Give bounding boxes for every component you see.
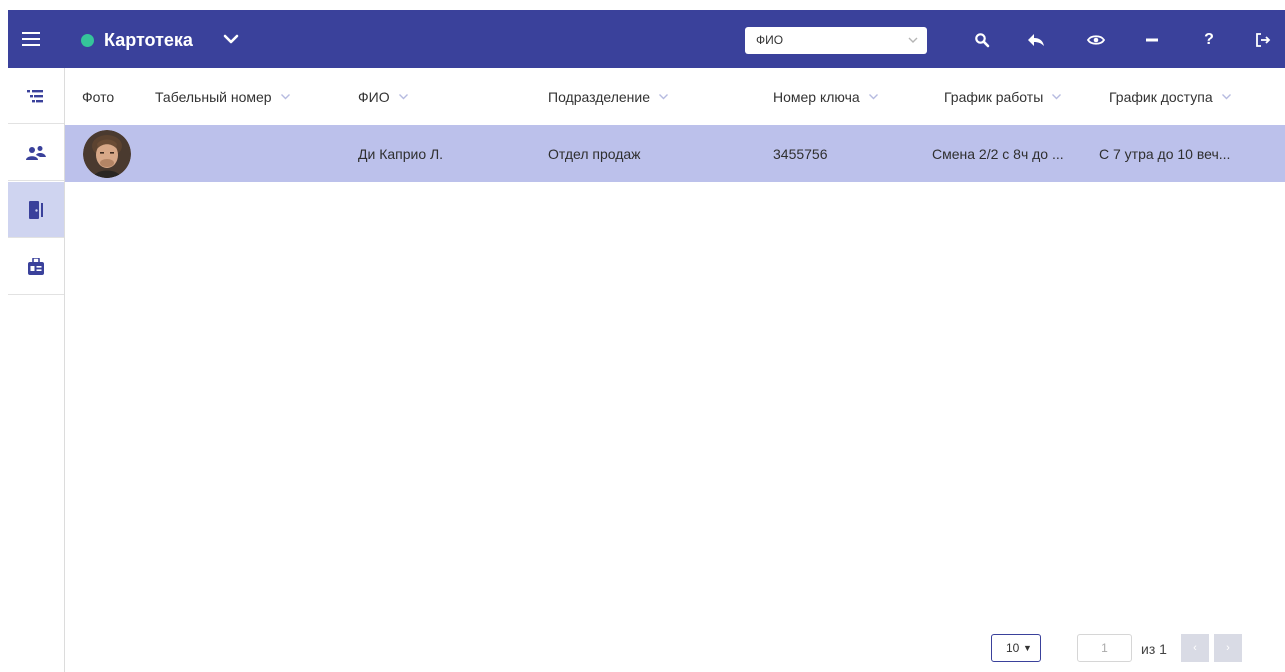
sidebar-item-users[interactable] [8,125,64,181]
column-header-label: Подразделение [548,89,651,105]
sidebar [8,68,65,672]
column-header-photo[interactable]: Фото [82,88,114,106]
top-toolbar: Картотека ФИО ? [8,10,1285,68]
column-header-label: Номер ключа [773,89,860,105]
chevron-down-icon [280,94,290,100]
sidebar-item-cards[interactable] [8,239,64,295]
cell-access-schedule: С 7 утра до 10 веч... [1099,146,1231,162]
column-header-key-number[interactable]: Номер ключа [773,88,879,106]
column-header-department[interactable]: Подразделение [548,88,669,106]
cell-work-schedule: Смена 2/2 с 8ч до ... [932,146,1064,162]
sidebar-item-access[interactable] [8,182,64,238]
cell-key-number: 3455756 [773,146,828,162]
minus-icon[interactable] [1141,29,1163,51]
search-field-select[interactable]: ФИО [745,27,927,54]
column-header-access-schedule[interactable]: График доступа [1109,88,1232,106]
table-header: Фото Табельный номер ФИО Подразделение Н… [65,68,1285,125]
triangle-down-icon: ▼ [1023,643,1032,653]
users-icon [26,145,46,160]
column-header-tab-number[interactable]: Табельный номер [155,88,291,106]
door-icon [29,200,43,219]
chevron-down-icon[interactable] [222,30,240,48]
page-number-input[interactable] [1077,634,1132,662]
cards-table: Фото Табельный номер ФИО Подразделение Н… [65,68,1285,672]
column-header-label: График доступа [1109,89,1213,105]
chevron-down-icon [659,94,669,100]
avatar [83,130,131,178]
chevron-down-icon [1052,94,1062,100]
status-dot [81,34,94,47]
prev-page-button[interactable]: ‹ [1181,634,1209,662]
column-header-label: График работы [944,89,1044,105]
search-icon[interactable] [971,29,993,51]
column-header-work-schedule[interactable]: График работы [944,88,1062,106]
help-icon[interactable]: ? [1198,29,1220,51]
page-size-value: 10 [1006,641,1020,655]
column-header-fio[interactable]: ФИО [358,88,409,106]
menu-icon[interactable] [20,29,42,49]
list-icon [27,89,43,102]
chevron-down-icon [868,94,878,100]
logout-icon[interactable] [1252,29,1274,51]
page-title: Картотека [104,30,193,50]
next-page-button[interactable]: › [1214,634,1242,662]
chevron-down-icon [908,37,918,43]
cell-department: Отдел продаж [548,146,641,162]
page-size-select[interactable]: 10 ▼ [991,634,1041,662]
chevron-down-icon [1221,94,1231,100]
table-row[interactable]: Ди Каприо Л. Отдел продаж 3455756 Смена … [65,125,1285,182]
top-strip [0,0,1285,10]
sidebar-item-list[interactable] [8,68,64,124]
column-header-label: Табельный номер [155,89,272,105]
eye-icon[interactable] [1085,29,1107,51]
cell-fio: Ди Каприо Л. [358,146,444,162]
search-field-value: ФИО [756,33,784,47]
id-badge-icon [28,257,44,275]
page-total-label: из 1 [1141,641,1167,657]
reply-icon[interactable] [1025,29,1047,51]
column-header-label: Фото [82,89,115,105]
column-header-label: ФИО [358,89,390,105]
chevron-down-icon [398,94,408,100]
